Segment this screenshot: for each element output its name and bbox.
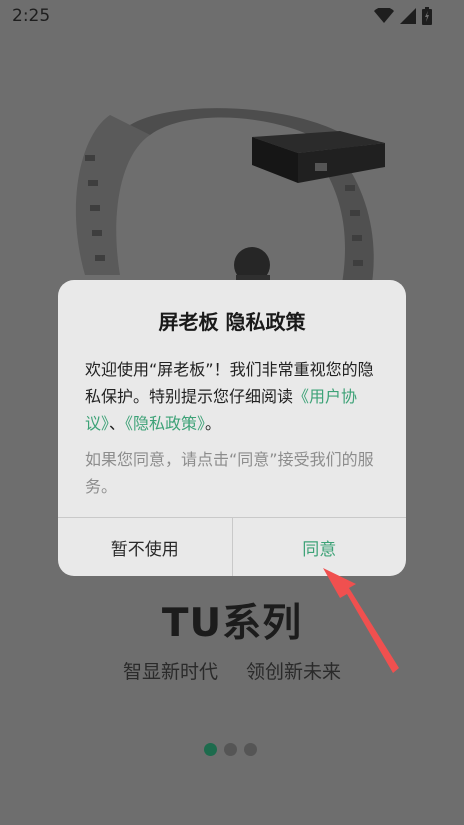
page-dot	[224, 743, 237, 756]
dialog-body: 欢迎使用“屏老板”！我们非常重视您的隐私保护。特别提示您仔细阅读《用户协议》、《…	[85, 356, 383, 437]
device-box-graphic	[252, 131, 385, 183]
dialog-note: 如果您同意，请点击“同意”接受我们的服务。	[85, 450, 374, 496]
dialog-body-end: 。	[205, 414, 222, 433]
battery-icon	[422, 7, 432, 25]
privacy-dialog: 屏老板 隐私政策 欢迎使用“屏老板”！我们非常重视您的隐私保护。特别提示您仔细阅…	[58, 280, 406, 576]
tagline-part-1: 智显新时代	[122, 661, 218, 683]
signal-icon	[400, 8, 416, 24]
dialog-title: 屏老板 隐私政策	[158, 310, 306, 334]
decline-button[interactable]: 暂不使用	[58, 518, 233, 576]
wifi-icon	[374, 8, 394, 23]
page-dot	[244, 743, 257, 756]
link-separator: 、	[109, 414, 126, 433]
screen: 2:25 TU系列 智显新时代 领创新未来 屏老板 隐私政策 欢迎使用“屏老板”…	[0, 0, 464, 825]
privacy-policy-link[interactable]: 《隐私政策》	[125, 414, 205, 433]
pointer-arrow-icon	[323, 568, 399, 673]
status-bar: 2:25	[0, 0, 464, 32]
status-icons	[374, 7, 432, 25]
page-indicator	[204, 743, 257, 756]
status-time: 2:25	[12, 6, 51, 26]
page-dot-active	[204, 743, 217, 756]
product-illustration	[75, 108, 385, 295]
